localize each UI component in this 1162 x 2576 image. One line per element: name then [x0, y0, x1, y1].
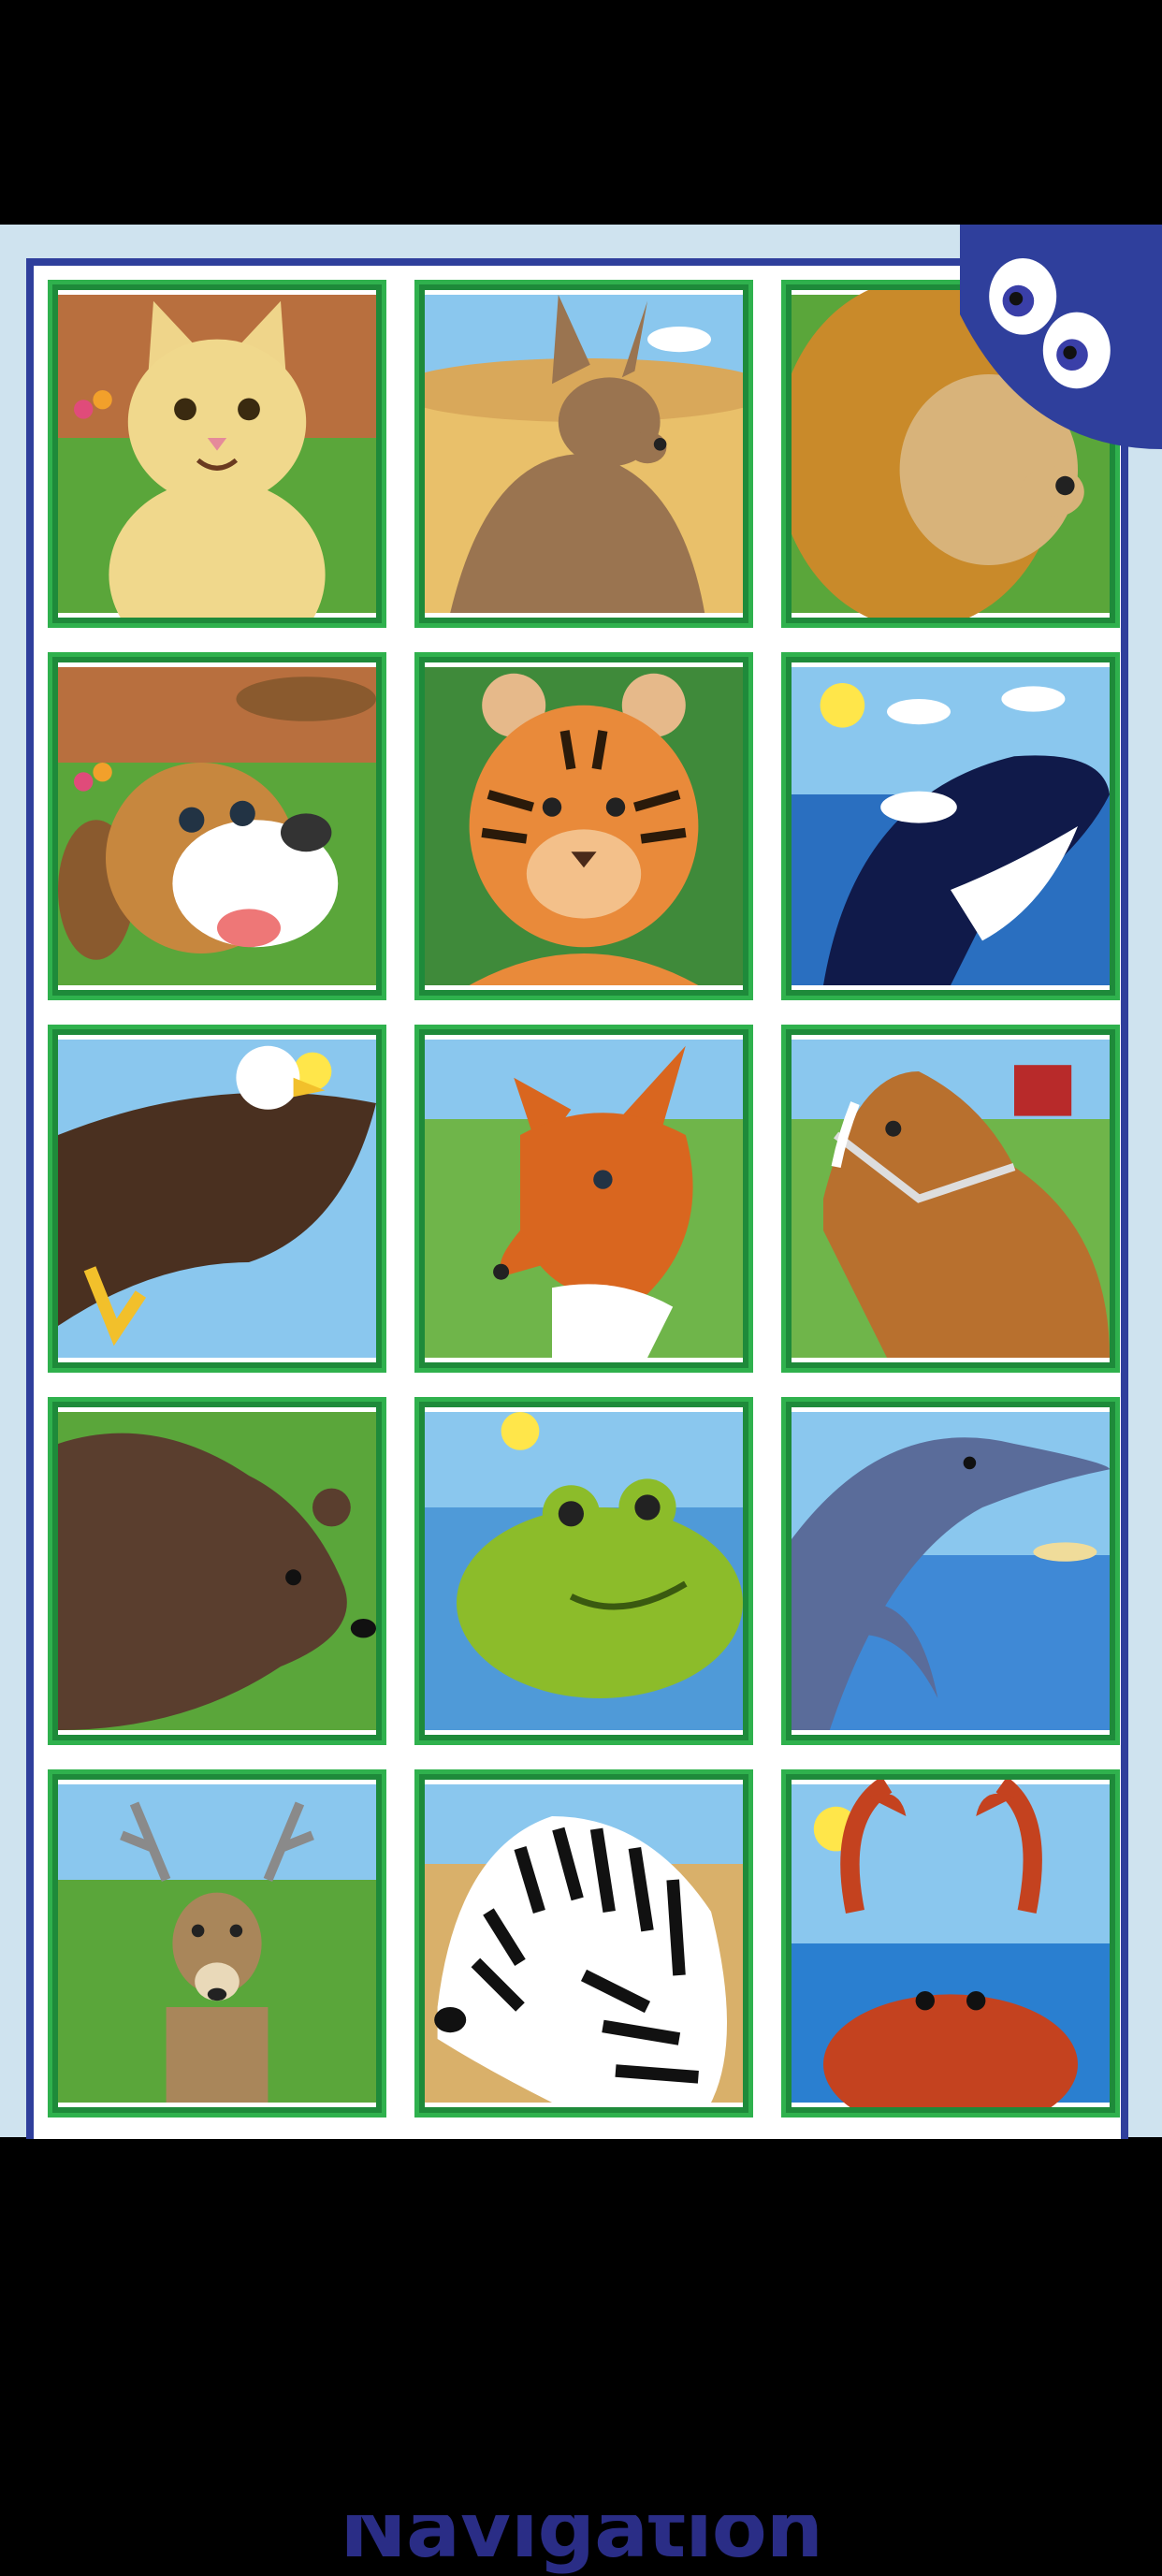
- crab-icon: [792, 1780, 1110, 2107]
- tile-eagle[interactable]: [48, 1025, 386, 1373]
- tile-bear[interactable]: [48, 1397, 386, 1745]
- bear-icon: [58, 1412, 376, 1730]
- tile-tiger[interactable]: [414, 652, 753, 1000]
- horse-icon: [792, 1040, 1110, 1358]
- bottom-black-bar: [0, 2289, 1162, 2515]
- deer-icon: [58, 1784, 376, 2103]
- tile-frog[interactable]: [414, 1397, 753, 1745]
- zebra-icon: [425, 1784, 743, 2103]
- tile-deer[interactable]: [48, 1769, 386, 2118]
- tile-dolphin[interactable]: [781, 1397, 1120, 1745]
- tile-crab[interactable]: [781, 1769, 1120, 2118]
- tile-grid-panel: [26, 258, 1128, 2139]
- fox-icon: [425, 1040, 743, 1358]
- tile-kangaroo[interactable]: [414, 280, 753, 628]
- dolphin-icon: [792, 1412, 1110, 1730]
- animal-board: Featuring Unique Navigation: [0, 225, 1162, 2576]
- dog-icon: [58, 667, 376, 985]
- tile-horse[interactable]: [781, 1025, 1120, 1373]
- tile-dog[interactable]: [48, 652, 386, 1000]
- mascot-eyes-icon[interactable]: [937, 225, 1162, 449]
- tiger-icon: [425, 667, 743, 985]
- frog-icon: [425, 1412, 743, 1730]
- kangaroo-icon: [425, 295, 743, 613]
- tile-orca[interactable]: [781, 652, 1120, 1000]
- cat-icon: [58, 295, 376, 618]
- tile-zebra[interactable]: [414, 1769, 753, 2118]
- tile-cat[interactable]: [48, 280, 386, 628]
- eagle-icon: [58, 1040, 376, 1358]
- top-black-bar: [0, 0, 1162, 225]
- orca-icon: [792, 667, 1110, 985]
- tile-fox[interactable]: [414, 1025, 753, 1373]
